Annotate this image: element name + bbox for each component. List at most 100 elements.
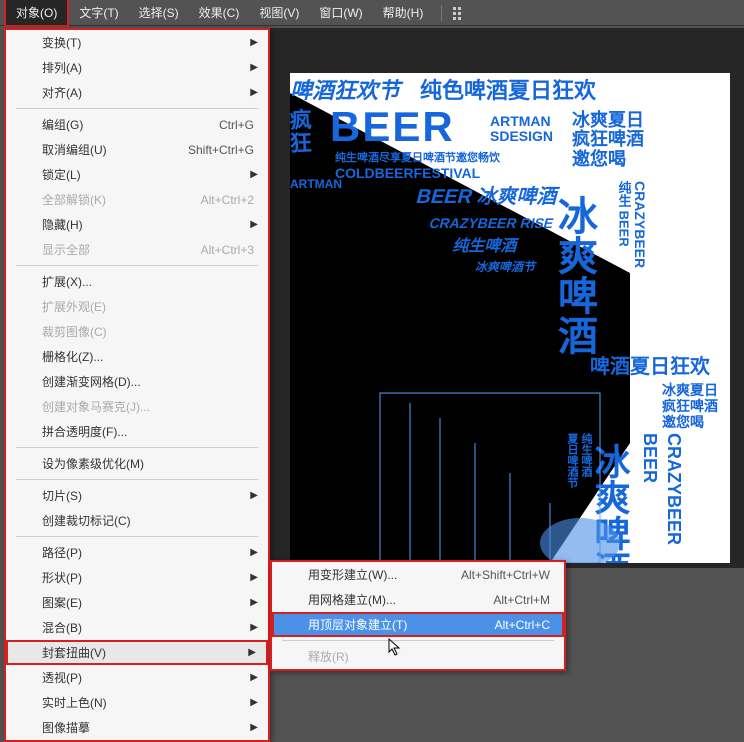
menu-item[interactable]: 隐藏(H) ▶: [6, 212, 268, 237]
menu-label: 对齐(A): [42, 84, 82, 101]
submenu-arrow-icon: ▶: [250, 37, 258, 48]
menu-label: 混合(B): [42, 619, 82, 636]
menu-label: 扩展(X)...: [42, 273, 92, 290]
menu-help[interactable]: 帮助(H): [373, 0, 434, 25]
arrange-icon[interactable]: [452, 6, 466, 20]
menu-item[interactable]: 拼合透明度(F)...: [6, 419, 268, 444]
menu-item: 全部解锁(K) Alt+Ctrl+2: [6, 187, 268, 212]
svg-text:ARTMAN: ARTMAN: [290, 177, 342, 191]
svg-text:纯生啤酒: 纯生啤酒: [451, 236, 520, 255]
submenu-arrow-icon: ▶: [250, 169, 258, 180]
svg-text:狂: 狂: [290, 130, 312, 156]
menu-item[interactable]: 锁定(L)▶: [6, 162, 268, 187]
menu-label: 创建对象马赛克(J)...: [42, 398, 150, 415]
menu-effect[interactable]: 效果(C): [189, 0, 250, 25]
menu-item[interactable]: 透视(P) ▶: [6, 665, 268, 690]
menu-item[interactable]: 栅格化(Z)...: [6, 344, 268, 369]
menu-label: 取消编组(U): [42, 141, 107, 158]
menu-item[interactable]: 对齐(A) ▶: [6, 80, 268, 105]
menu-label: 透视(P): [42, 669, 82, 686]
svg-text:疯狂啤酒: 疯狂啤酒: [572, 128, 644, 149]
submenu-arrow-icon: ▶: [250, 572, 258, 583]
shortcut: Shift+Ctrl+G: [188, 143, 254, 157]
menu-item[interactable]: 切片(S)▶: [6, 483, 268, 508]
menu-item[interactable]: 图像描摹▶: [6, 715, 268, 740]
menu-item[interactable]: 取消编组(U) Shift+Ctrl+G: [6, 137, 268, 162]
menu-label: 切片(S): [42, 487, 82, 504]
menu-label: 编组(G): [42, 116, 83, 133]
submenu-item[interactable]: 用顶层对象建立(T)Alt+Ctrl+C: [272, 612, 564, 637]
menu-label: 用网格建立(M)...: [308, 591, 396, 608]
menu-item[interactable]: 编组(G) Ctrl+G: [6, 112, 268, 137]
menu-label: 变换(T): [42, 34, 81, 51]
submenu-arrow-icon: ▶: [248, 647, 256, 658]
menubar: 对象(O) 文字(T) 选择(S) 效果(C) 视图(V) 窗口(W) 帮助(H…: [0, 0, 744, 26]
menu-label: 设为像素级优化(M): [42, 455, 144, 472]
menu-item[interactable]: 形状(P)▶: [6, 565, 268, 590]
svg-text:冰爽啤酒: 冰爽啤酒: [552, 195, 598, 355]
menu-item[interactable]: 设为像素级优化(M): [6, 451, 268, 476]
menu-text[interactable]: 文字(T): [69, 0, 128, 25]
submenu-arrow-icon: ▶: [250, 622, 258, 633]
svg-text:疯: 疯: [290, 107, 312, 133]
svg-text:CRAZYBEER: CRAZYBEER: [664, 433, 684, 545]
submenu-arrow-icon: ▶: [250, 597, 258, 608]
submenu-arrow-icon: ▶: [250, 87, 258, 98]
shortcut: Alt+Ctrl+C: [495, 618, 550, 632]
menu-label: 隐藏(H): [42, 216, 83, 233]
svg-text:BEER: BEER: [640, 433, 660, 483]
menu-select[interactable]: 选择(S): [129, 0, 189, 25]
menu-separator: [16, 265, 258, 266]
menu-item[interactable]: 混合(B) ▶: [6, 615, 268, 640]
menu-item[interactable]: 变换(T) ▶: [6, 30, 268, 55]
menu-item[interactable]: 路径(P)▶: [6, 540, 268, 565]
svg-text:邀您喝: 邀您喝: [572, 148, 626, 169]
menu-object[interactable]: 对象(O): [4, 0, 69, 27]
svg-text:SDESIGN: SDESIGN: [490, 128, 553, 144]
menu-item[interactable]: 图案(E) ▶: [6, 590, 268, 615]
canvas: 啤酒狂欢节 纯色啤酒夏日狂欢 BEER ARTMAN SDESIGN 冰爽夏日 …: [270, 28, 744, 568]
menu-view[interactable]: 视图(V): [249, 0, 309, 25]
svg-text:邀您喝: 邀您喝: [662, 414, 704, 430]
menu-label: 释放(R): [308, 648, 349, 665]
menu-label: 显示全部: [42, 241, 90, 258]
svg-text:冰爽啤酒节: 冰爽啤酒节: [474, 259, 538, 274]
menu-label: 用变形建立(W)...: [308, 566, 397, 583]
menu-window[interactable]: 窗口(W): [309, 0, 372, 25]
menu-item[interactable]: 扩展(X)...: [6, 269, 268, 294]
divider: [441, 5, 442, 21]
submenu-arrow-icon: ▶: [250, 722, 258, 733]
menu-item[interactable]: 创建渐变网格(D)...: [6, 369, 268, 394]
menu-label: 创建裁切标记(C): [42, 512, 131, 529]
menu-label: 栅格化(Z)...: [42, 348, 103, 365]
submenu-item[interactable]: 用网格建立(M)...Alt+Ctrl+M: [272, 587, 564, 612]
submenu-arrow-icon: ▶: [250, 62, 258, 73]
menu-item[interactable]: 创建裁切标记(C): [6, 508, 268, 533]
menu-separator: [16, 108, 258, 109]
submenu-arrow-icon: ▶: [250, 697, 258, 708]
menu-item[interactable]: 排列(A)▶: [6, 55, 268, 80]
submenu-item[interactable]: 用变形建立(W)... Alt+Shift+Ctrl+W: [272, 562, 564, 587]
shortcut: Alt+Ctrl+3: [201, 243, 254, 257]
submenu-arrow-icon: ▶: [250, 672, 258, 683]
shortcut: Ctrl+G: [219, 118, 254, 132]
artwork[interactable]: 啤酒狂欢节 纯色啤酒夏日狂欢 BEER ARTMAN SDESIGN 冰爽夏日 …: [290, 73, 730, 563]
svg-text:COLDBEERFESTIVAL: COLDBEERFESTIVAL: [335, 165, 481, 181]
svg-text:纯生啤酒: 纯生啤酒: [580, 432, 593, 478]
menu-label: 扩展外观(E): [42, 298, 106, 315]
submenu-arrow-icon: ▶: [250, 219, 258, 230]
menu-item: 裁剪图像(C): [6, 319, 268, 344]
svg-text:BEER: BEER: [330, 103, 455, 150]
menu-label: 裁剪图像(C): [42, 323, 107, 340]
shortcut: Alt+Ctrl+2: [201, 193, 254, 207]
menu-separator: [16, 447, 258, 448]
svg-text:冰爽夏日: 冰爽夏日: [572, 109, 644, 130]
menu-label: 封套扭曲(V): [42, 644, 106, 661]
shortcut: Alt+Shift+Ctrl+W: [461, 568, 550, 582]
menu-label: 全部解锁(K): [42, 191, 106, 208]
menu-item[interactable]: 封套扭曲(V) ▶: [6, 640, 268, 665]
svg-text:CRAZYBEER: CRAZYBEER: [632, 181, 648, 268]
menu-item[interactable]: 实时上色(N)▶: [6, 690, 268, 715]
svg-text:夏日啤酒节: 夏日啤酒节: [566, 433, 579, 489]
menu-label: 图案(E): [42, 594, 82, 611]
